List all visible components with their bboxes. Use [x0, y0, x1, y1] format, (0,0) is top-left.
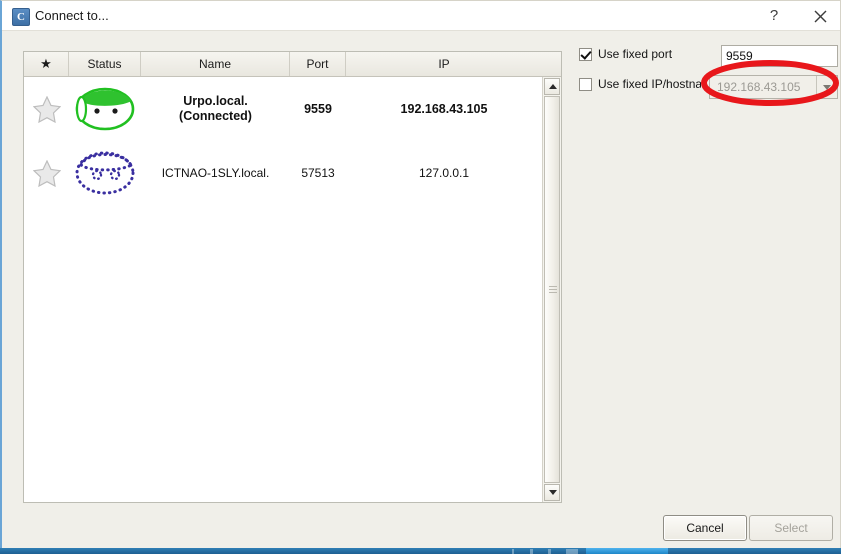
fixed-ip-row: Use fixed IP/hostname 192.168.43.105: [579, 75, 839, 99]
taskbar-item[interactable]: [566, 549, 578, 554]
fixed-ip-label: Use fixed IP/hostname: [598, 77, 701, 91]
status-cell: [69, 141, 141, 205]
connect-dialog-window: C Connect to... ? ★ Status Name Port IP: [0, 0, 841, 548]
robot-list-panel: ★ Status Name Port IP Urpo.local. (Conne…: [23, 51, 562, 503]
taskbar-item[interactable]: [512, 549, 514, 554]
fixed-ip-value: 192.168.43.105: [717, 80, 801, 94]
scrollbar-grip: [549, 285, 557, 294]
taskbar-item[interactable]: [548, 549, 551, 554]
list-scrollbar[interactable]: [542, 77, 561, 502]
table-row[interactable]: ICTNAO-1SLY.local. 57513 127.0.0.1: [24, 141, 542, 205]
column-header-ip[interactable]: IP: [346, 52, 542, 76]
fixed-port-row: Use fixed port 9559: [579, 45, 839, 69]
name-cell: Urpo.local. (Connected): [141, 77, 290, 141]
robot-list-body: Urpo.local. (Connected) 9559 192.168.43.…: [24, 77, 542, 502]
scroll-down-button[interactable]: [544, 484, 560, 501]
nao-robot-head-icon: [74, 148, 136, 199]
title-bar: C Connect to... ?: [2, 1, 840, 31]
taskbar-item[interactable]: [530, 549, 533, 554]
triangle-up-icon: [549, 84, 557, 89]
star-icon: ★: [40, 56, 52, 71]
name-cell: ICTNAO-1SLY.local.: [141, 141, 290, 205]
robot-name: Urpo.local.: [183, 94, 248, 108]
port-cell: 57513: [301, 166, 335, 180]
status-cell: [69, 77, 141, 141]
table-row[interactable]: Urpo.local. (Connected) 9559 192.168.43.…: [24, 77, 542, 141]
fixed-port-label: Use fixed port: [598, 47, 673, 61]
star-icon[interactable]: [32, 95, 61, 123]
taskbar: [0, 548, 841, 554]
favorite-cell[interactable]: [24, 141, 69, 205]
triangle-down-icon: [549, 490, 557, 495]
fixed-port-input[interactable]: 9559: [721, 45, 838, 67]
app-icon: C: [12, 8, 30, 26]
help-button[interactable]: ?: [753, 1, 795, 30]
connection-options: Use fixed port 9559 Use fixed IP/hostnam…: [579, 45, 839, 105]
fixed-ip-checkbox[interactable]: [579, 78, 592, 91]
column-header-name[interactable]: Name: [141, 52, 290, 76]
column-header-status[interactable]: Status: [69, 52, 141, 76]
scroll-up-button[interactable]: [544, 78, 560, 95]
taskbar-active-item[interactable]: [586, 548, 668, 554]
scrollbar-thumb[interactable]: [544, 96, 560, 483]
column-header-favorite[interactable]: ★: [24, 52, 69, 76]
favorite-cell[interactable]: [24, 77, 69, 141]
ip-cell: 127.0.0.1: [418, 166, 470, 180]
fixed-port-checkbox[interactable]: [579, 48, 592, 61]
list-header-row: ★ Status Name Port IP: [24, 52, 561, 77]
column-header-port[interactable]: Port: [290, 52, 346, 76]
robot-name: ICTNAO-1SLY.local.: [161, 165, 270, 180]
chevron-down-icon: [823, 85, 831, 90]
select-button[interactable]: Select: [749, 515, 833, 541]
cancel-button[interactable]: Cancel: [663, 515, 747, 541]
close-button[interactable]: [799, 1, 841, 30]
nao-robot-head-icon: [74, 84, 136, 135]
ip-cell: 192.168.43.105: [400, 102, 488, 116]
window-title: Connect to...: [35, 8, 109, 23]
close-icon: [814, 10, 826, 23]
star-icon[interactable]: [32, 159, 61, 187]
fixed-ip-combobox[interactable]: 192.168.43.105: [709, 75, 838, 99]
robot-connection-state: (Connected): [179, 109, 252, 123]
fixed-ip-dropdown-button[interactable]: [816, 76, 837, 98]
port-cell: 9559: [304, 102, 332, 116]
